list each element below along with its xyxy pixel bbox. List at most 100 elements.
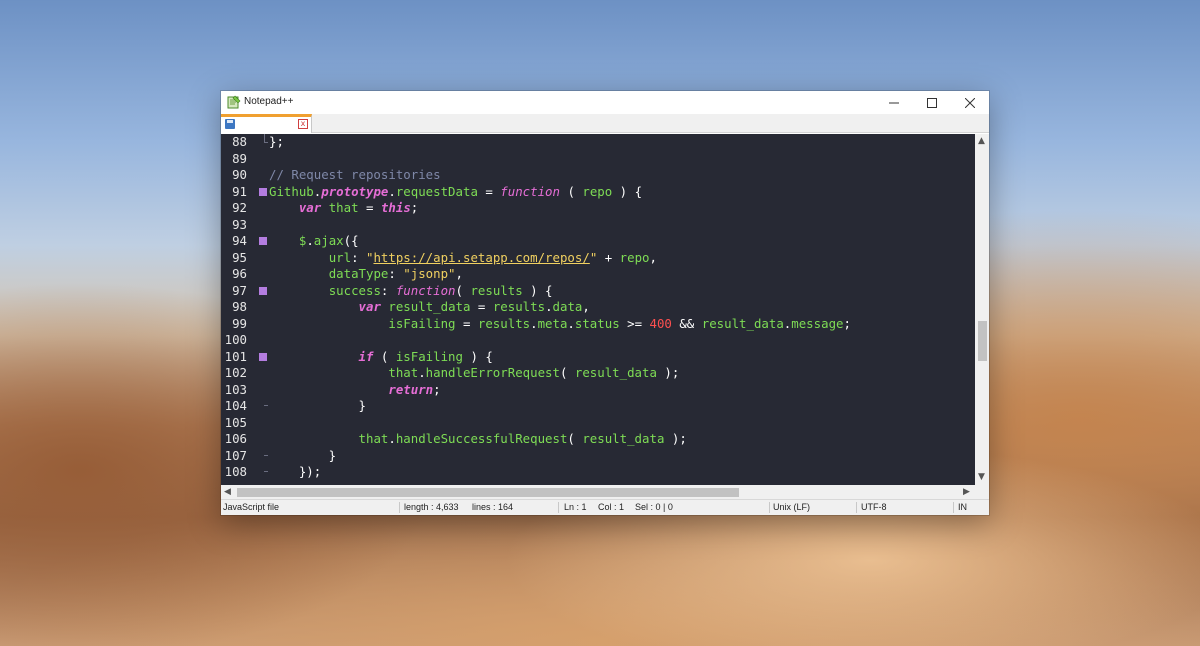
- code-line[interactable]: 98 var result_data = results.data,: [221, 299, 975, 316]
- code-token: =: [358, 200, 381, 215]
- code-text: if ( isFailing ) {: [269, 349, 493, 366]
- fold-marker-icon[interactable]: [259, 237, 267, 245]
- notepad-plus-plus-icon: [227, 95, 241, 109]
- code-token: (: [567, 431, 583, 446]
- code-token: this: [380, 200, 411, 215]
- scroll-down-icon[interactable]: ▼: [978, 472, 985, 482]
- code-token: +: [597, 249, 620, 265]
- scroll-left-icon[interactable]: ◀: [224, 487, 231, 497]
- vertical-scroll-thumb[interactable]: [978, 321, 987, 361]
- scrollbar-corner: [975, 485, 989, 499]
- code-token: .: [530, 315, 538, 331]
- code-line[interactable]: 92 var that = this;: [221, 200, 975, 217]
- title-bar[interactable]: Notepad++: [221, 91, 989, 114]
- fold-marker-icon[interactable]: [259, 286, 267, 295]
- line-number: 92: [232, 200, 247, 215]
- code-line[interactable]: 94 $.ajax({: [221, 233, 975, 250]
- minimize-icon: [889, 102, 899, 103]
- line-number: 108: [224, 464, 247, 479]
- close-icon: [965, 97, 975, 108]
- code-token: data: [552, 299, 583, 314]
- code-token: meta: [537, 315, 568, 331]
- line-number: 91: [232, 183, 247, 199]
- code-line[interactable]: 104 }: [221, 398, 975, 415]
- line-number: 102: [224, 365, 247, 380]
- saved-file-icon: [225, 119, 235, 129]
- code-line[interactable]: 88};: [221, 134, 975, 151]
- code-text: success: function( results ) {: [269, 283, 553, 300]
- minimize-button[interactable]: [875, 91, 913, 114]
- maximize-button[interactable]: [913, 91, 951, 114]
- horizontal-scrollbar[interactable]: ◀ ▶: [221, 485, 975, 499]
- maximize-icon: [927, 97, 937, 108]
- code-token: =: [455, 315, 478, 331]
- code-token: result_data: [582, 431, 665, 446]
- code-token: 400: [649, 315, 672, 331]
- code-token: };: [269, 134, 284, 149]
- code-text: return;: [269, 382, 440, 399]
- tab-active-file[interactable]: x: [221, 114, 312, 133]
- code-line[interactable]: 99 isFailing = results.meta.status >= 40…: [221, 316, 975, 333]
- code-line[interactable]: 96 dataType: "jsonp",: [221, 266, 975, 283]
- code-token: results: [470, 282, 523, 298]
- code-token: .: [388, 431, 396, 446]
- code-token: repo: [619, 249, 650, 265]
- horizontal-scroll-thumb[interactable]: [237, 488, 739, 497]
- code-token: );: [664, 431, 687, 446]
- code-line[interactable]: 106 that.handleSuccessfulRequest( result…: [221, 431, 975, 448]
- line-number: 97: [232, 282, 247, 298]
- code-line[interactable]: 102 that.handleErrorRequest( result_data…: [221, 365, 975, 382]
- scroll-up-icon[interactable]: ▲: [978, 136, 985, 146]
- code-line[interactable]: 95 url: "https://api.setapp.com/repos/" …: [221, 250, 975, 267]
- code-text: });: [269, 464, 321, 481]
- code-token: (: [455, 282, 471, 298]
- code-token: that: [388, 365, 419, 380]
- code-token: .: [418, 365, 426, 380]
- status-separator: [558, 502, 559, 513]
- tab-close-icon[interactable]: x: [298, 119, 308, 129]
- line-number: 98: [232, 299, 247, 314]
- line-number: 106: [224, 431, 247, 446]
- line-number: 88: [232, 134, 247, 149]
- code-token: =: [477, 183, 501, 199]
- code-line[interactable]: 97 success: function( results ) {: [221, 283, 975, 300]
- code-token: :: [388, 266, 404, 281]
- code-token: :: [380, 282, 396, 298]
- code-token: handleSuccessfulRequest: [395, 431, 568, 446]
- code-line[interactable]: 107 }: [221, 448, 975, 465]
- line-number: 103: [224, 381, 247, 397]
- fold-marker-icon[interactable]: [259, 187, 267, 196]
- code-token: url: [328, 249, 352, 265]
- code-line[interactable]: 89: [221, 151, 975, 168]
- vertical-scrollbar[interactable]: ▲ ▼: [975, 134, 989, 485]
- close-button[interactable]: [951, 91, 989, 114]
- code-line[interactable]: 90 // Request repositories: [221, 167, 975, 184]
- fold-line-icon: [264, 471, 268, 472]
- code-token: status: [574, 315, 620, 331]
- code-token: "jsonp": [403, 266, 456, 281]
- window-title: Notepad++: [244, 96, 294, 107]
- fold-line-icon: [264, 405, 268, 406]
- code-line[interactable]: 108 });: [221, 464, 975, 481]
- code-line[interactable]: 100: [221, 332, 975, 349]
- code-line[interactable]: 93: [221, 217, 975, 234]
- scroll-right-icon[interactable]: ▶: [963, 487, 970, 497]
- code-token: dataType: [328, 266, 389, 281]
- code-line[interactable]: 105: [221, 415, 975, 432]
- code-token: (: [373, 348, 396, 364]
- status-lines: lines : 164: [472, 502, 514, 512]
- code-line[interactable]: 103 return;: [221, 382, 975, 399]
- fold-marker-icon[interactable]: [259, 352, 267, 361]
- fold-line-icon: [264, 134, 268, 143]
- code-line[interactable]: 101 if ( isFailing ) {: [221, 349, 975, 366]
- code-line[interactable]: 91 Github.prototype.requestData = functio…: [221, 184, 975, 201]
- code-token: isFailing: [388, 315, 456, 331]
- code-token: (: [559, 183, 583, 199]
- code-editor[interactable]: 88}; 89 90// Request repositories 91 Github.…: [221, 134, 975, 485]
- code-token: ,: [582, 299, 590, 314]
- line-number: 107: [224, 447, 247, 463]
- line-number: 99: [232, 315, 247, 331]
- code-token: .: [306, 233, 314, 248]
